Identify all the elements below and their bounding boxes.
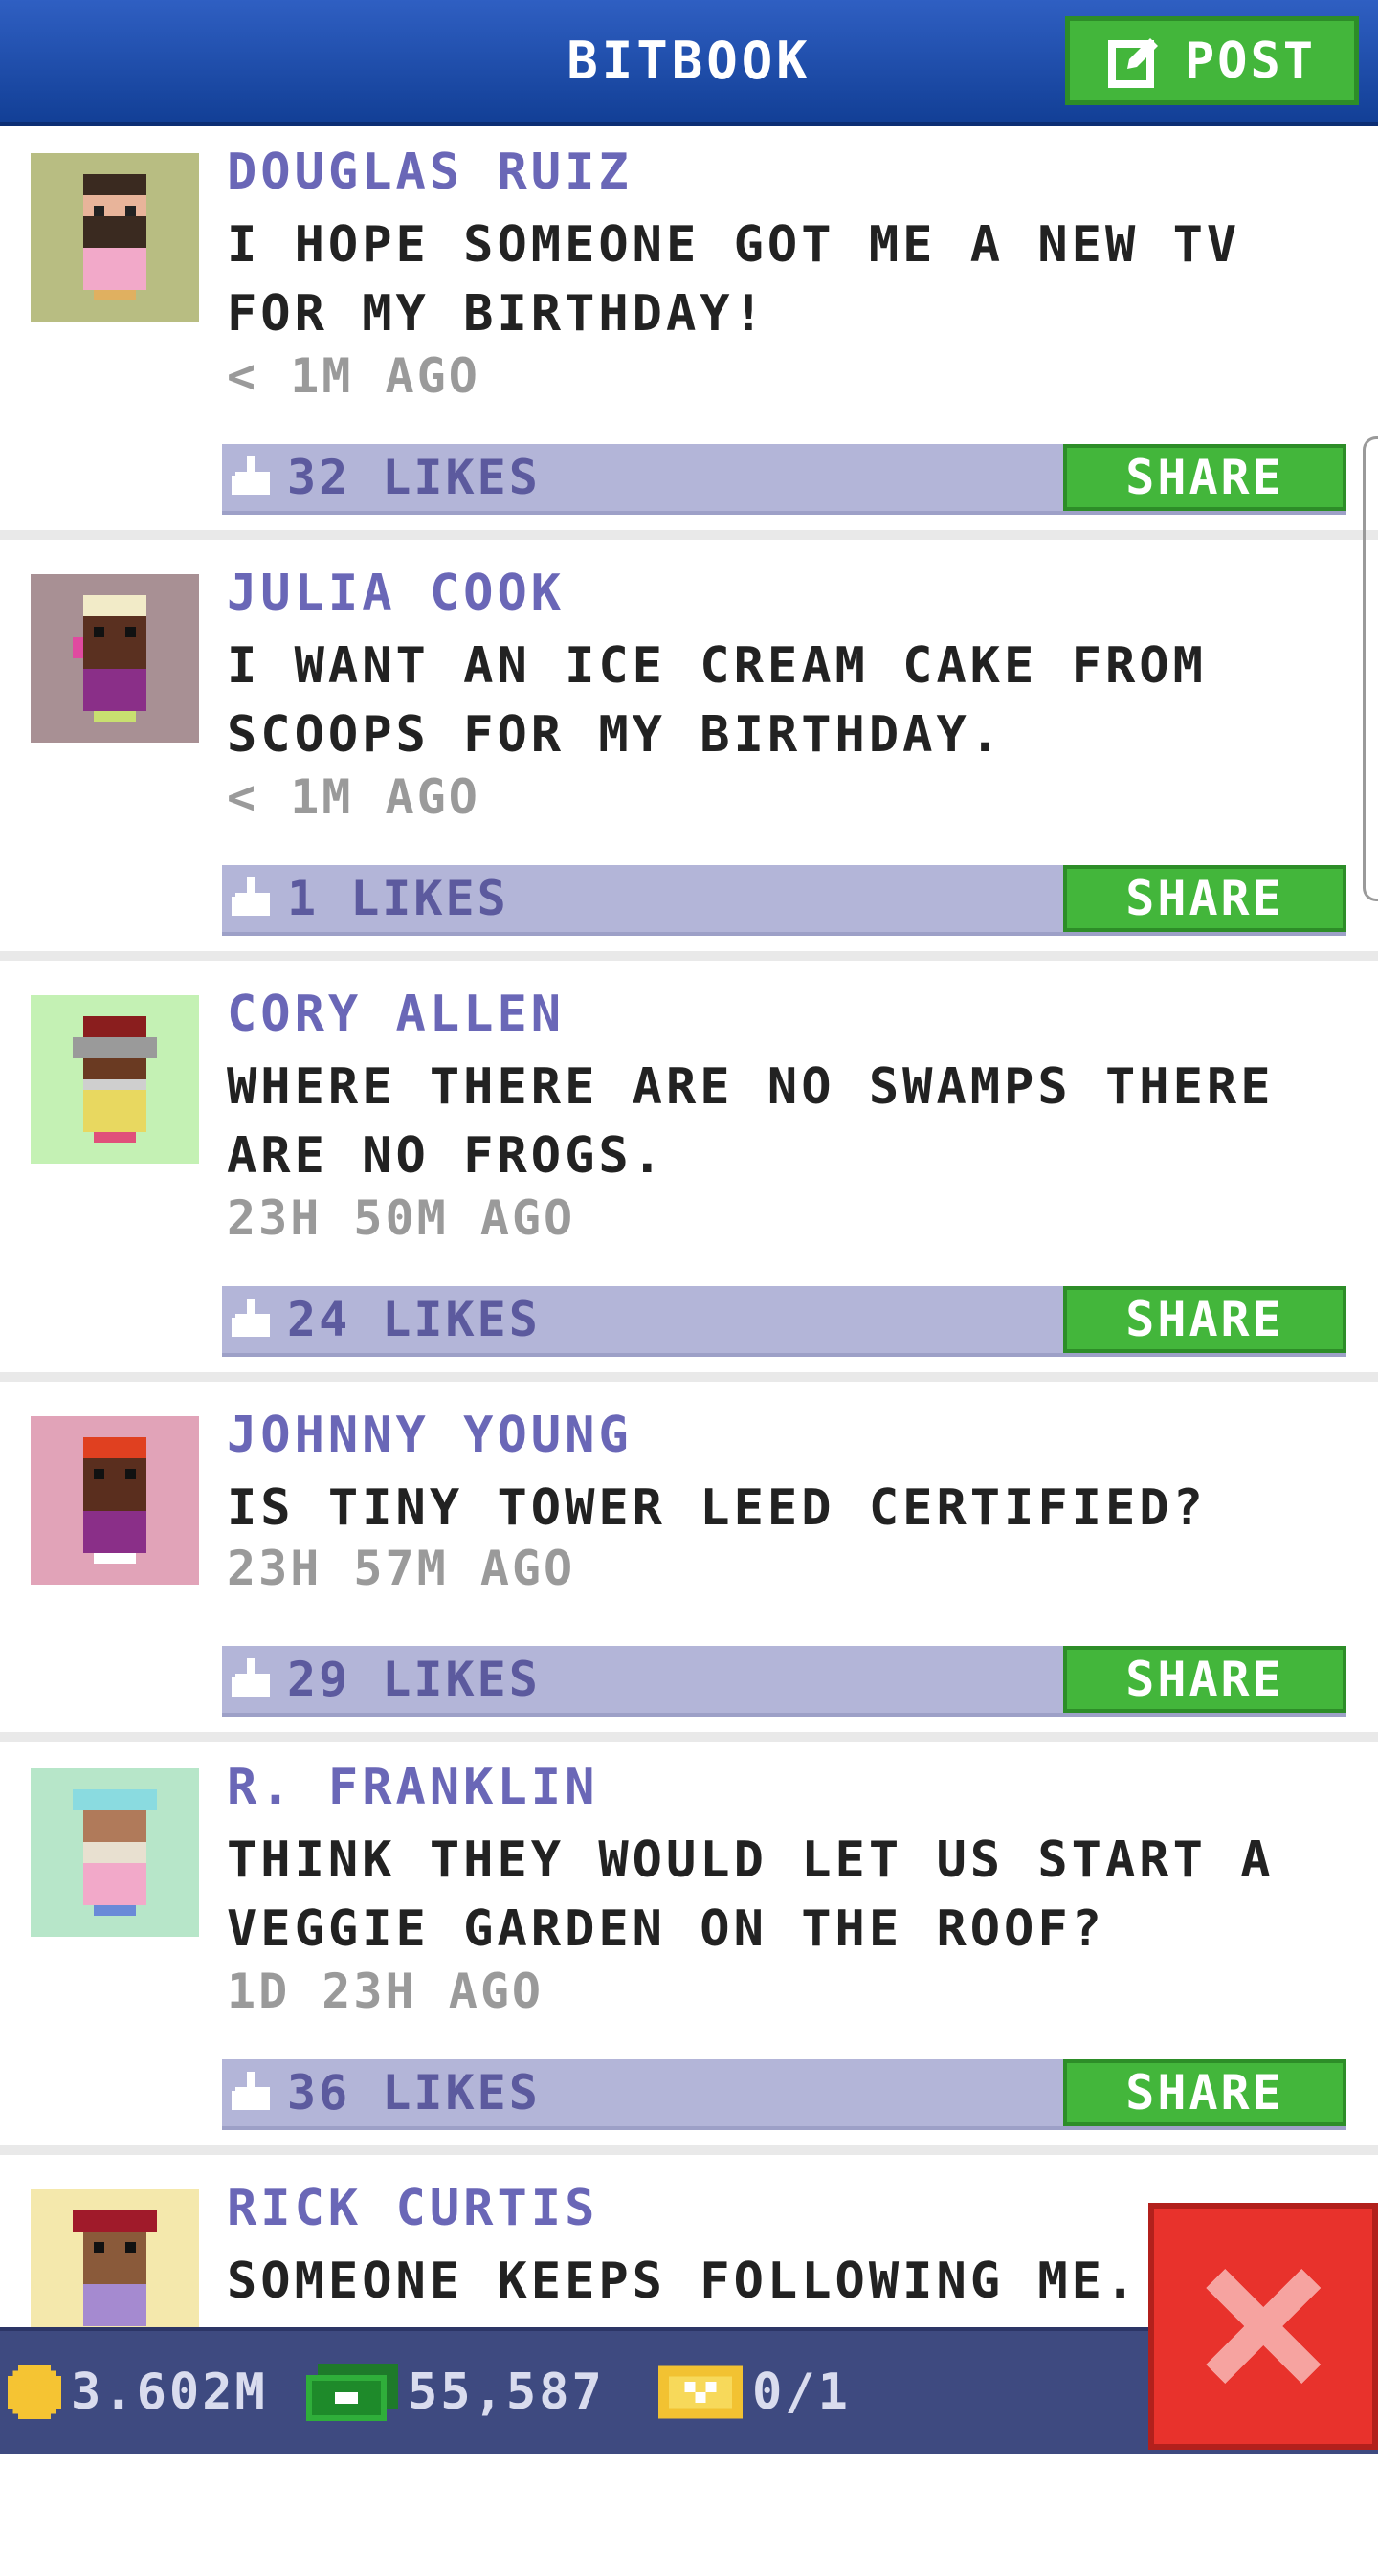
post-body: IS TINY TOWER LEED CERTIFIED? bbox=[227, 1479, 1207, 1537]
thumbs-up-icon bbox=[232, 1658, 270, 1697]
feed-post: CORY ALLEN WHERE THERE ARE NO SWAMPS THE… bbox=[0, 968, 1378, 1382]
share-button[interactable]: SHARE bbox=[1063, 2059, 1346, 2126]
share-button[interactable]: SHARE bbox=[1063, 1646, 1346, 1713]
post-author[interactable]: DOUGLAS RUIZ bbox=[227, 144, 633, 201]
post-timestamp: < 1M AGO bbox=[227, 769, 480, 825]
post-timestamp: 23H 57M AGO bbox=[227, 1541, 576, 1596]
close-icon bbox=[1206, 2269, 1321, 2384]
feed-post: R. FRANKLIN THINK THEY WOULD LET US STAR… bbox=[0, 1742, 1378, 2155]
tickets-counter: 0/1 bbox=[658, 2331, 851, 2454]
likes-count: 32 LIKES bbox=[287, 450, 541, 505]
post-author[interactable]: JULIA COOK bbox=[227, 565, 565, 622]
thumbs-up-icon bbox=[232, 2072, 270, 2110]
thumbs-up-icon bbox=[232, 1299, 270, 1337]
coins-counter: 3.602M bbox=[8, 2331, 268, 2454]
post-body: I HOPE SOMEONE GOT ME A NEW TV FOR MY BI… bbox=[227, 216, 1241, 343]
ticket-icon bbox=[658, 2365, 743, 2419]
thumbs-up-icon bbox=[232, 456, 270, 495]
post-body: THINK THEY WOULD LET US START A VEGGIE G… bbox=[227, 1832, 1275, 1958]
like-button[interactable]: 32 LIKES bbox=[232, 444, 541, 511]
like-button[interactable]: 24 LIKES bbox=[232, 1286, 541, 1353]
avatar bbox=[31, 1416, 199, 1585]
share-button[interactable]: SHARE bbox=[1063, 1286, 1346, 1353]
post-author[interactable]: RICK CURTIS bbox=[227, 2180, 598, 2237]
post-timestamp: < 1M AGO bbox=[227, 348, 480, 404]
close-button[interactable] bbox=[1148, 2203, 1378, 2450]
bux-value: 55,587 bbox=[408, 2364, 605, 2421]
bux-icon bbox=[306, 2364, 398, 2421]
likes-bar: 36 LIKES SHARE bbox=[222, 2059, 1346, 2130]
post-author[interactable]: CORY ALLEN bbox=[227, 986, 565, 1043]
post-author[interactable]: JOHNNY YOUNG bbox=[227, 1407, 633, 1464]
likes-count: 36 LIKES bbox=[287, 2065, 541, 2121]
likes-count: 24 LIKES bbox=[287, 1292, 541, 1347]
likes-bar: 24 LIKES SHARE bbox=[222, 1286, 1346, 1357]
like-button[interactable]: 29 LIKES bbox=[232, 1646, 541, 1713]
likes-count: 29 LIKES bbox=[287, 1652, 541, 1707]
likes-count: 1 LIKES bbox=[287, 871, 509, 926]
bux-counter: 55,587 bbox=[306, 2331, 605, 2454]
feed-post: DOUGLAS RUIZ I HOPE SOMEONE GOT ME A NEW… bbox=[0, 126, 1378, 540]
coin-icon bbox=[8, 2365, 61, 2419]
post-body: WHERE THERE ARE NO SWAMPS THERE ARE NO F… bbox=[227, 1058, 1275, 1185]
avatar bbox=[31, 1768, 199, 1937]
likes-bar: 32 LIKES SHARE bbox=[222, 444, 1346, 515]
app-header: BITBOOK POST bbox=[0, 0, 1378, 126]
scrollbar[interactable] bbox=[1363, 436, 1378, 901]
like-button[interactable]: 36 LIKES bbox=[232, 2059, 541, 2126]
post-button[interactable]: POST bbox=[1065, 16, 1359, 105]
edit-icon bbox=[1107, 37, 1158, 88]
post-timestamp: 1D 23H AGO bbox=[227, 1964, 545, 2019]
tickets-value: 0/1 bbox=[752, 2364, 851, 2421]
avatar bbox=[31, 574, 199, 743]
feed-post: JOHNNY YOUNG IS TINY TOWER LEED CERTIFIE… bbox=[0, 1389, 1378, 1742]
likes-bar: 29 LIKES SHARE bbox=[222, 1646, 1346, 1717]
avatar bbox=[31, 153, 199, 322]
post-button-label: POST bbox=[1184, 32, 1317, 90]
coins-value: 3.602M bbox=[71, 2364, 268, 2421]
feed-post: JULIA COOK I WANT AN ICE CREAM CAKE FROM… bbox=[0, 547, 1378, 961]
post-author[interactable]: R. FRANKLIN bbox=[227, 1759, 598, 1816]
share-button[interactable]: SHARE bbox=[1063, 444, 1346, 511]
like-button[interactable]: 1 LIKES bbox=[232, 865, 509, 932]
post-timestamp: 23H 50M AGO bbox=[227, 1190, 576, 1246]
likes-bar: 1 LIKES SHARE bbox=[222, 865, 1346, 936]
post-body: I WANT AN ICE CREAM CAKE FROM SCOOPS FOR… bbox=[227, 637, 1207, 764]
share-button[interactable]: SHARE bbox=[1063, 865, 1346, 932]
thumbs-up-icon bbox=[232, 877, 270, 916]
avatar bbox=[31, 995, 199, 1164]
